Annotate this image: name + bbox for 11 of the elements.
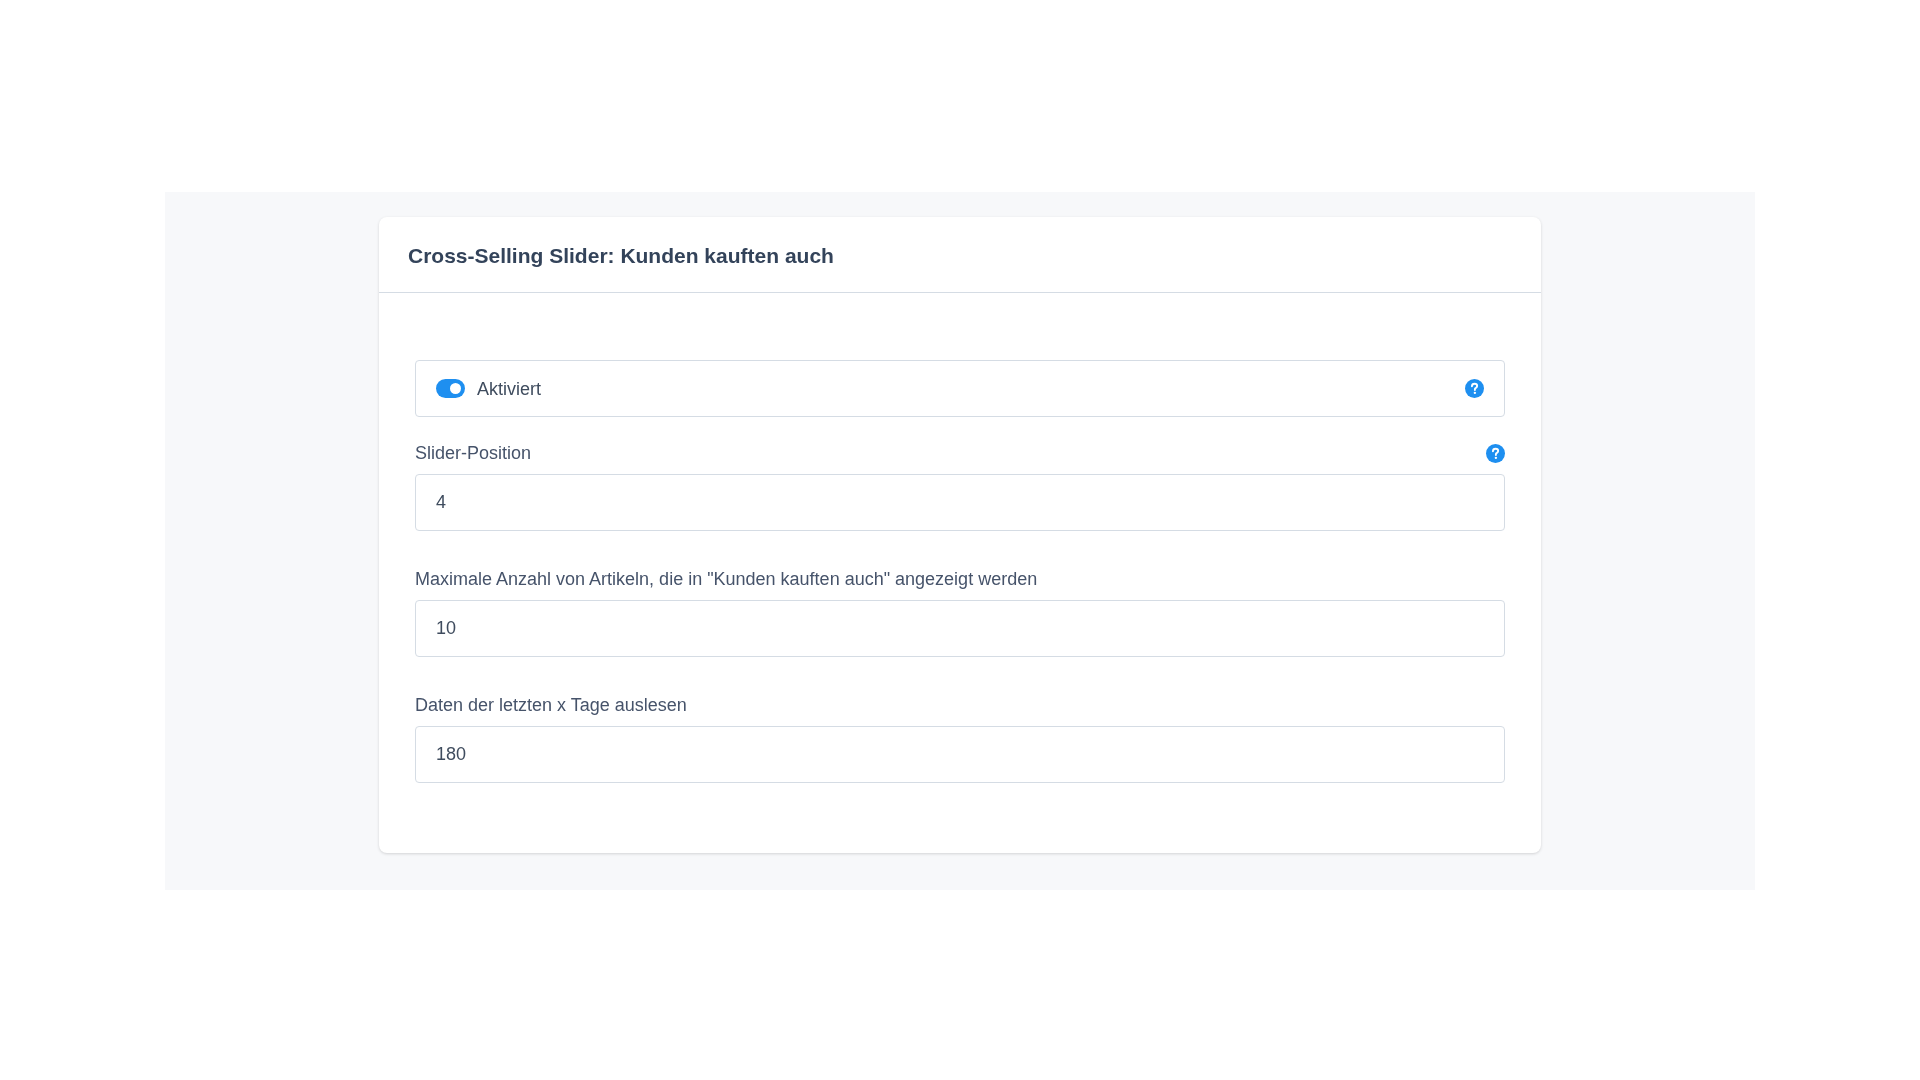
field-label: Daten der letzten x Tage auslesen (415, 696, 687, 714)
toggle-label: Aktiviert (477, 379, 541, 398)
help-icon[interactable] (1465, 379, 1484, 398)
field-label: Slider-Position (415, 444, 532, 462)
input-field[interactable]: 4 (415, 474, 1505, 531)
input-field[interactable]: 180 (415, 726, 1505, 783)
card-title: Cross-Selling Slider: Kunden kauften auch (408, 243, 834, 270)
toggle-switch[interactable] (436, 379, 465, 398)
help-icon[interactable] (1486, 443, 1505, 463)
input-field[interactable]: 10 (415, 600, 1505, 657)
field-label: Maximale Anzahl von Artikeln, die in "Kunden kauften auch" angezeigt werden (415, 570, 1038, 588)
